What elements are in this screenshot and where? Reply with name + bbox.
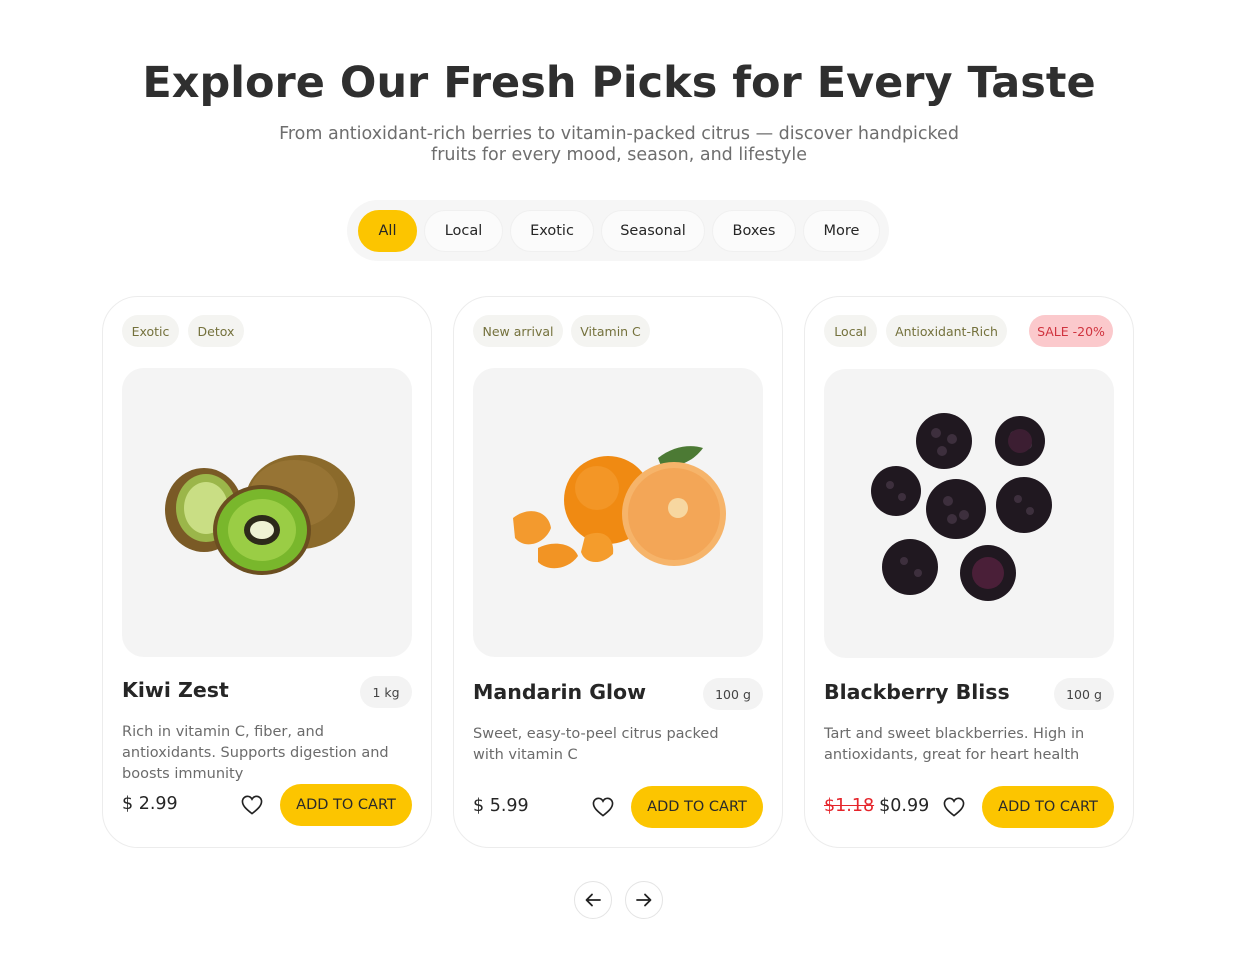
blackberry-image (824, 369, 1114, 658)
tag-list: Exotic Detox (122, 315, 412, 347)
add-to-cart-button[interactable]: ADD TO CART (982, 786, 1114, 828)
current-price: $ 5.99 (473, 796, 529, 816)
current-price: $ 2.99 (122, 794, 178, 814)
product-tag: New arrival (473, 315, 563, 347)
tag-list: Local Antioxidant-Rich SALE -20% (824, 315, 1114, 347)
kiwi-illustration (165, 455, 355, 575)
weight-badge: 100 g (1054, 678, 1114, 710)
product-tag: Exotic (122, 315, 179, 347)
product-tag: Local (824, 315, 877, 347)
weight-badge: 100 g (703, 678, 763, 710)
filter-chip-seasonal[interactable]: Seasonal (601, 209, 705, 252)
sale-badge: SALE -20% (1029, 315, 1113, 347)
tag-list: New arrival Vitamin C (473, 315, 763, 347)
product-tag: Antioxidant-Rich (886, 315, 1007, 347)
mandarin-illustration (513, 446, 726, 569)
add-to-cart-button[interactable]: ADD TO CART (631, 786, 763, 828)
mandarin-image (473, 368, 763, 657)
arrow-left-icon (585, 893, 601, 907)
filter-chip-exotic[interactable]: Exotic (510, 209, 594, 252)
add-to-cart-button[interactable]: ADD TO CART (280, 784, 412, 826)
original-price: $1.18 (824, 796, 875, 816)
product-name: Kiwi Zest (122, 678, 229, 702)
kiwi-image (122, 368, 412, 657)
product-card[interactable]: Local Antioxidant-Rich SALE -20% Blackbe… (804, 296, 1134, 848)
filter-chip-all[interactable]: All (358, 209, 417, 252)
filter-chip-more[interactable]: More (803, 209, 880, 252)
product-tag: Vitamin C (571, 315, 650, 347)
page-subtitle: From antioxidant-rich berries to vitamin… (279, 124, 959, 165)
product-price: $ 2.99 (122, 794, 178, 814)
product-card[interactable]: Exotic Detox Kiwi Zest 1 kg Rich in vita… (102, 296, 432, 848)
product-name: Mandarin Glow (473, 680, 647, 704)
weight-badge: 1 kg (360, 676, 412, 708)
product-description: Tart and sweet blackberries. High in ant… (824, 726, 1085, 763)
product-description: Rich in vitamin C, fiber, and antioxidan… (122, 724, 389, 782)
prev-slide-button[interactable] (574, 881, 612, 919)
product-name: Blackberry Bliss (824, 680, 1010, 704)
favorite-heart-icon[interactable] (590, 794, 616, 820)
filter-chip-local[interactable]: Local (424, 209, 503, 252)
current-price: $0.99 (879, 796, 930, 816)
next-slide-button[interactable] (625, 881, 663, 919)
category-filter-bar: All Local Exotic Seasonal Boxes More (347, 200, 889, 261)
arrow-right-icon (636, 893, 652, 907)
product-tag: Detox (188, 315, 244, 347)
favorite-heart-icon[interactable] (941, 794, 967, 820)
blackberry-illustration (871, 413, 1052, 601)
filter-chip-boxes[interactable]: Boxes (712, 209, 796, 252)
product-price: $ 5.99 (473, 796, 529, 816)
product-card[interactable]: New arrival Vitamin C Mandarin Glow 100 … (453, 296, 783, 848)
product-price: $1.18 $0.99 (824, 796, 929, 816)
favorite-heart-icon[interactable] (239, 792, 265, 818)
product-description: Sweet, easy-to-peel citrus packed with v… (473, 726, 719, 763)
page-title: Explore Our Fresh Picks for Every Taste (142, 58, 1096, 108)
